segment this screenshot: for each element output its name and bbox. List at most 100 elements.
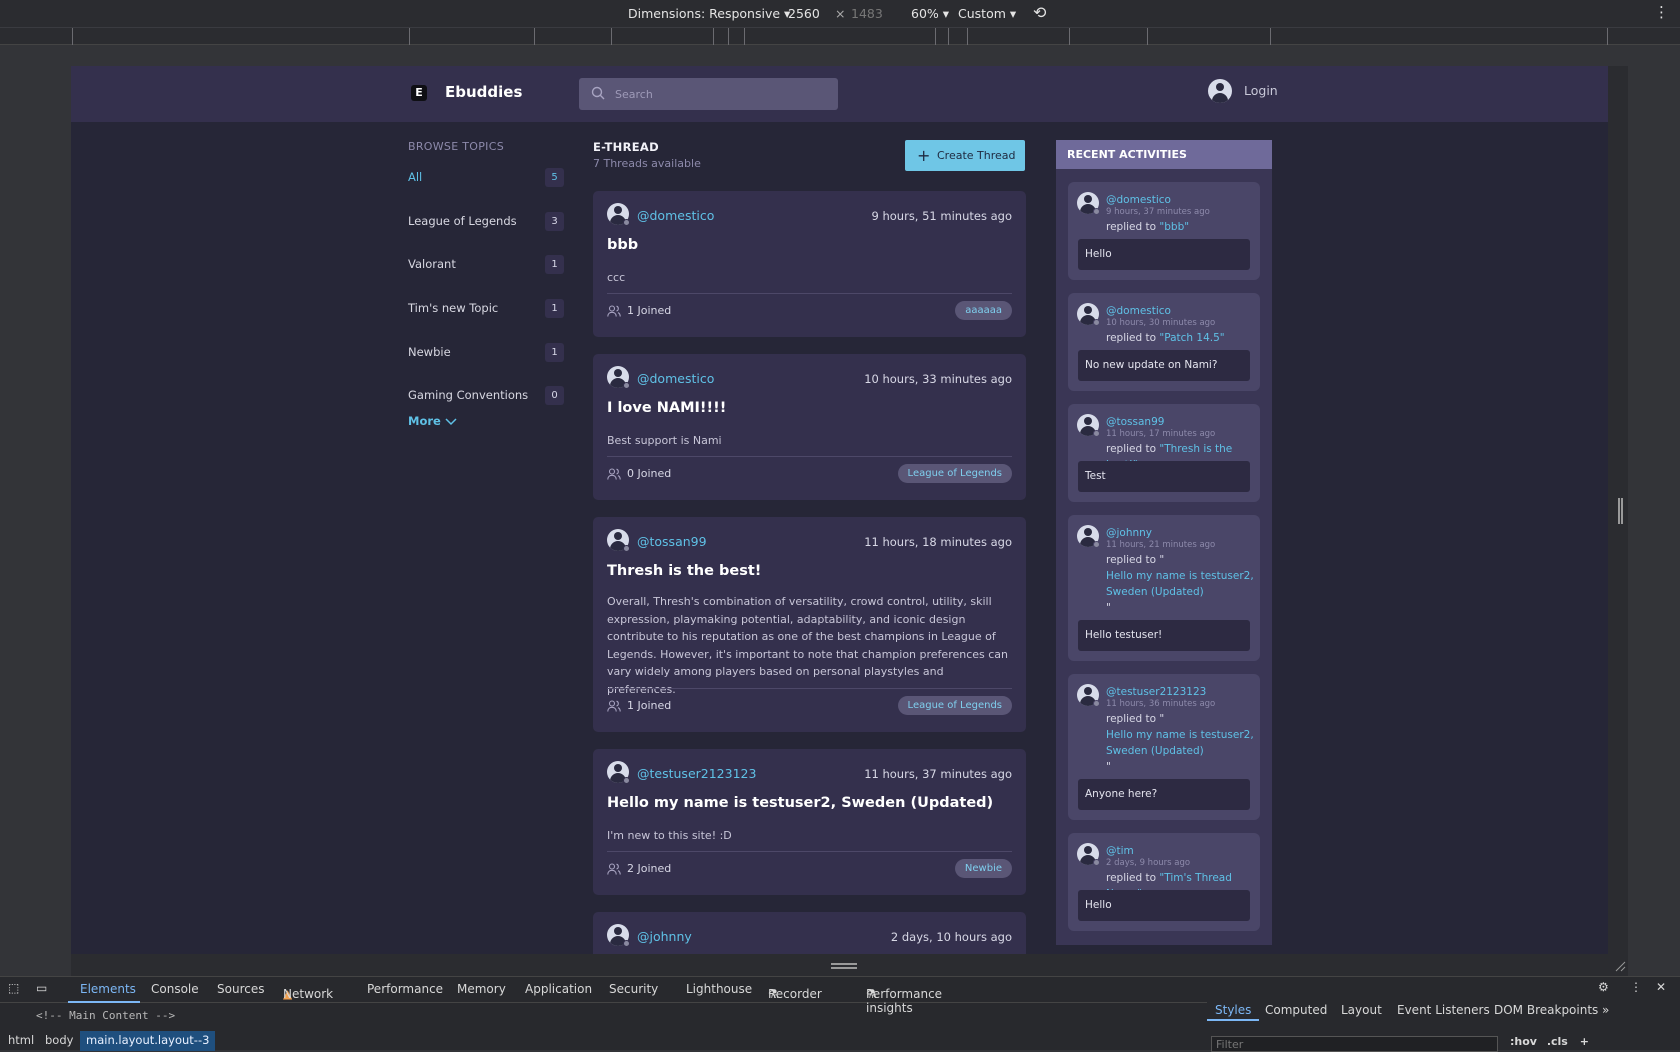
breadcrumb-html[interactable]: html — [2, 1031, 40, 1051]
resize-handle-bottom[interactable] — [71, 954, 1628, 976]
thread-title[interactable]: bbb — [607, 237, 638, 253]
topic-gaming-conventions[interactable]: Gaming Conventions 0 — [408, 385, 564, 407]
tab-layout[interactable]: Layout — [1341, 1003, 1382, 1017]
tab-sources[interactable]: Sources — [217, 982, 264, 996]
activity-item[interactable]: @tossan99 11 hours, 17 minutes ago repli… — [1068, 404, 1260, 502]
activity-item[interactable]: @testuser2123123 11 hours, 36 minutes ag… — [1068, 674, 1260, 820]
search-input[interactable] — [615, 86, 815, 102]
thread-card[interactable]: @domestico 9 hours, 51 minutes ago bbb c… — [593, 191, 1026, 337]
topic-newbie[interactable]: Newbie 1 — [408, 342, 564, 364]
thread-card[interactable]: @domestico 10 hours, 33 minutes ago I lo… — [593, 354, 1026, 500]
brand-name[interactable]: Ebuddies — [445, 83, 522, 101]
topic-valorant[interactable]: Valorant 1 — [408, 254, 564, 276]
activity-user[interactable]: @tossan99 — [1106, 416, 1164, 428]
tab-computed[interactable]: Computed — [1265, 1003, 1327, 1017]
hover-state-toggle[interactable]: :hov — [1510, 1035, 1537, 1048]
activity-target[interactable]: Hello my name is testuser2, Sweden (Upda… — [1106, 570, 1254, 598]
topic-tag[interactable]: Newbie — [954, 859, 1012, 878]
tab-lighthouse[interactable]: Lighthouse — [686, 982, 752, 996]
add-rule-icon[interactable]: + — [1580, 1035, 1589, 1048]
activity-target[interactable]: "Patch 14.5" — [1159, 332, 1224, 344]
thread-title[interactable]: I love NAMI!!!! — [607, 400, 726, 416]
status-dot — [1093, 208, 1100, 215]
breadcrumb-main[interactable]: main.layout.layout--3 — [80, 1031, 216, 1051]
more-topics-button[interactable]: More — [408, 414, 457, 428]
thread-title[interactable]: Thresh is the best! — [607, 563, 761, 579]
resize-handle-right[interactable] — [1608, 66, 1628, 954]
browse-topics-heading: BROWSE TOPICS — [408, 140, 504, 153]
tab-styles[interactable]: Styles — [1215, 1003, 1251, 1017]
thread-author[interactable]: @johnny — [637, 929, 692, 944]
search-box[interactable] — [579, 78, 838, 110]
login-link[interactable]: Login — [1244, 83, 1278, 98]
thread-author[interactable]: @domestico — [637, 371, 714, 386]
activity-reply: replied to " Hello my name is testuser2, … — [1106, 554, 1254, 614]
rotate-icon[interactable]: ⟲ — [1033, 3, 1046, 22]
topic-league-of-legends[interactable]: League of Legends 3 — [408, 211, 564, 233]
zoom-dropdown[interactable]: 60% ▾ — [911, 6, 949, 21]
activity-item[interactable]: @johnny 11 hours, 21 minutes ago replied… — [1068, 515, 1260, 661]
thread-card[interactable]: @testuser2123123 11 hours, 37 minutes ag… — [593, 749, 1026, 895]
activity-target[interactable]: Hello my name is testuser2, Sweden (Upda… — [1106, 729, 1254, 757]
topic-tims-new-topic[interactable]: Tim's new Topic 1 — [408, 298, 564, 320]
activity-time: 11 hours, 17 minutes ago — [1106, 429, 1216, 439]
thread-title[interactable]: Hello my name is testuser2, Sweden (Upda… — [607, 795, 993, 811]
tab-security[interactable]: Security — [609, 982, 658, 996]
create-thread-button[interactable]: + Create Thread — [905, 140, 1025, 171]
activity-user[interactable]: @johnny — [1106, 527, 1152, 539]
thread-time: 9 hours, 51 minutes ago — [871, 209, 1013, 223]
topic-count: 3 — [545, 212, 564, 231]
more-tabs-icon[interactable]: » — [1602, 1003, 1609, 1017]
thread-card[interactable]: @johnny 2 days, 10 hours ago — [593, 912, 1026, 954]
tab-elements[interactable]: Elements — [80, 982, 136, 996]
activity-user[interactable]: @domestico — [1106, 194, 1171, 206]
activity-user[interactable]: @domestico — [1106, 305, 1171, 317]
settings-icon[interactable]: ⚙ — [1598, 980, 1609, 994]
tab-memory[interactable]: Memory — [457, 982, 506, 996]
more-options-icon[interactable]: ⋮ — [1654, 3, 1669, 21]
thread-time: 10 hours, 33 minutes ago — [864, 372, 1012, 386]
thread-author[interactable]: @domestico — [637, 208, 714, 223]
tab-dom-breakpoints[interactable]: DOM Breakpoints — [1494, 1003, 1598, 1017]
thread-author[interactable]: @tossan99 — [637, 534, 707, 549]
status-dot — [1093, 700, 1100, 707]
throttle-dropdown[interactable]: Custom ▾ — [958, 6, 1016, 21]
dom-tree-line[interactable]: <!-- Main Content --> — [36, 1009, 175, 1022]
threads-title: E-THREAD — [593, 140, 659, 154]
topic-tag[interactable]: aaaaaa — [955, 301, 1012, 320]
status-dot — [623, 940, 630, 947]
activity-user[interactable]: @tim — [1106, 845, 1134, 857]
activity-item[interactable]: @domestico 10 hours, 30 minutes ago repl… — [1068, 293, 1260, 391]
topic-count: 5 — [545, 168, 564, 187]
more-options-icon[interactable]: ⋮ — [1630, 980, 1642, 994]
close-icon[interactable]: ✕ — [1656, 980, 1666, 994]
thread-author[interactable]: @testuser2123123 — [637, 766, 756, 781]
topic-tag[interactable]: League of Legends — [897, 696, 1012, 715]
device-toggle-icon[interactable]: ▭ — [36, 981, 47, 995]
topic-all[interactable]: All 5 — [408, 167, 564, 189]
activity-message: No new update on Nami? — [1078, 350, 1250, 381]
activity-item[interactable]: @tim 2 days, 9 hours ago replied to "Tim… — [1068, 833, 1260, 931]
height-input[interactable]: 1483 — [851, 6, 883, 21]
activity-item[interactable]: @domestico 9 hours, 37 minutes ago repli… — [1068, 182, 1260, 280]
tab-event-listeners[interactable]: Event Listeners — [1397, 1003, 1490, 1017]
activity-time: 11 hours, 21 minutes ago — [1106, 540, 1216, 550]
activity-user[interactable]: @testuser2123123 — [1106, 686, 1206, 698]
dimensions-dropdown[interactable]: Dimensions: Responsive ▾ — [628, 6, 790, 21]
tab-application[interactable]: Application — [525, 982, 592, 996]
styles-toolbar: :hov .cls + — [1510, 1035, 1589, 1048]
tab-performance[interactable]: Performance — [367, 982, 443, 996]
thread-card[interactable]: @tossan99 11 hours, 18 minutes ago Thres… — [593, 517, 1026, 732]
user-avatar[interactable] — [1208, 79, 1232, 103]
class-toggle[interactable]: .cls — [1547, 1035, 1568, 1048]
activity-target[interactable]: "bbb" — [1159, 221, 1189, 233]
breadcrumb-body[interactable]: body — [39, 1031, 79, 1051]
users-icon — [607, 305, 621, 317]
resize-corner-icon[interactable] — [1614, 960, 1626, 972]
logo-icon[interactable]: E — [411, 85, 427, 101]
inspect-icon[interactable]: ⬚ — [8, 981, 19, 995]
tab-console[interactable]: Console — [151, 982, 199, 996]
width-input[interactable]: 2560 — [788, 6, 820, 21]
status-dot — [623, 219, 630, 226]
topic-tag[interactable]: League of Legends — [897, 464, 1012, 483]
